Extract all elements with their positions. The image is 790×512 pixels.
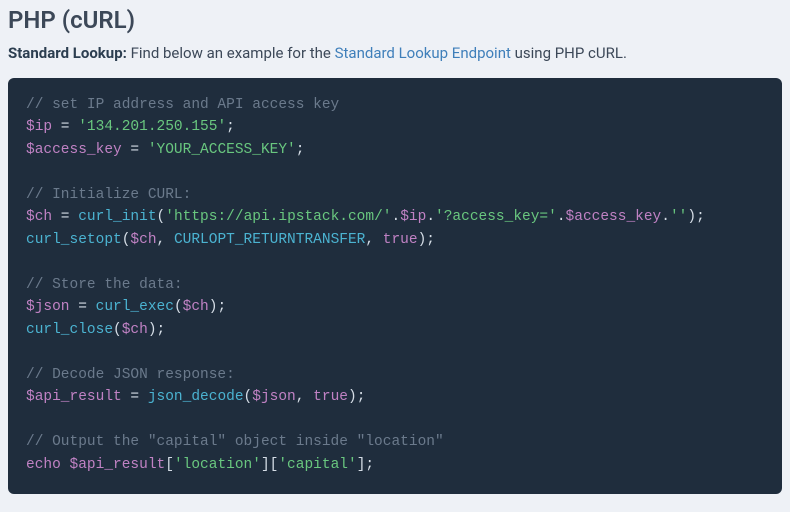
code-comment: // Initialize CURL: [26,187,191,203]
code-comment: // Store the data: [26,277,183,293]
code-fn: curl_exec [96,299,174,315]
code-var: $access_key [26,142,122,158]
lead-text-before: Find below an example for the [127,44,335,62]
section-title: PHP (cURL) [8,6,782,34]
code-fn: curl_init [78,209,156,225]
code-block: // set IP address and API access key $ip… [8,78,782,494]
code-const: CURLOPT_RETURNTRANSFER [174,232,365,248]
code-keyword: echo [26,457,61,473]
code-fn: curl_close [26,322,113,338]
code-comment: // set IP address and API access key [26,97,339,113]
code-comment: // Decode JSON response: [26,367,235,383]
standard-lookup-link[interactable]: Standard Lookup Endpoint [335,44,511,62]
lead-text-after: using PHP cURL. [511,44,627,62]
code-var: $ip [26,119,52,135]
lead-paragraph: Standard Lookup: Find below an example f… [8,44,782,62]
lead-strong: Standard Lookup: [8,44,127,62]
code-fn: json_decode [148,389,244,405]
code-string: 'YOUR_ACCESS_KEY' [148,142,296,158]
code-string: '134.201.250.155' [78,119,226,135]
code-fn: curl_setopt [26,232,122,248]
code-comment: // Output the "capital" object inside "l… [26,434,444,450]
